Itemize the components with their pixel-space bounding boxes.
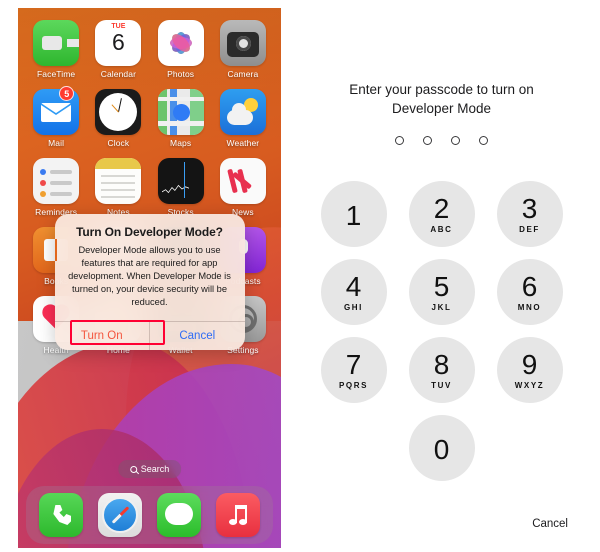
key-8[interactable]: 8 TUV — [408, 337, 475, 403]
alert-actions: Turn On Cancel — [54, 321, 245, 350]
cancel-button[interactable]: Cancel — [149, 322, 245, 350]
key-number: 3 — [521, 192, 538, 224]
turn-on-button[interactable]: Turn On — [55, 322, 150, 350]
key-number: 1 — [345, 200, 362, 231]
key-6[interactable]: 6 MNO — [496, 259, 563, 325]
passcode-keypad: 1 2 ABC 3 DEF 4 GHI 5 JKL 6 MNO 7 PQRS 8… — [320, 181, 563, 481]
key-7[interactable]: 7 PQRS — [320, 337, 387, 403]
key-number: 6 — [521, 270, 538, 302]
key-letters: ABC — [430, 224, 453, 234]
key-number: 4 — [345, 270, 362, 302]
passcode-dots — [395, 136, 488, 145]
key-number: 2 — [433, 192, 450, 224]
key-letters: MNO — [517, 302, 542, 312]
key-number: 8 — [433, 348, 450, 380]
home-screen-panel: FaceTime TUE 6 Calendar Photos Camera 5 … — [0, 0, 289, 552]
key-letters: GHI — [343, 302, 364, 312]
key-9[interactable]: 9 WXYZ — [496, 337, 563, 403]
key-letters: JKL — [431, 302, 452, 312]
key-3[interactable]: 3 DEF — [496, 181, 563, 247]
key-letters: WXYZ — [514, 380, 545, 390]
key-letters: DEF — [519, 224, 540, 234]
passcode-dot — [451, 136, 460, 145]
key-letters: TUV — [431, 380, 452, 390]
alert-title: Turn On Developer Mode? — [76, 225, 223, 239]
envelope-icon — [41, 103, 72, 115]
passcode-cancel-button[interactable]: Cancel — [532, 518, 568, 530]
key-number: 7 — [345, 348, 362, 380]
passcode-dot — [423, 136, 432, 145]
key-5[interactable]: 5 JKL — [408, 259, 475, 325]
developer-mode-alert: Turn On Developer Mode? Developer Mode a… — [54, 214, 245, 350]
key-0[interactable]: 0 — [408, 415, 475, 481]
key-2[interactable]: 2 ABC — [408, 181, 475, 247]
alert-message: Developer Mode allows you to use feature… — [68, 245, 231, 307]
key-letters: PQRS — [338, 380, 369, 390]
alert-body: Turn On Developer Mode? Developer Mode a… — [55, 214, 245, 321]
key-number: 9 — [521, 348, 538, 380]
passcode-title: Enter your passcode to turn on Developer… — [349, 82, 534, 116]
key-4[interactable]: 4 GHI — [320, 259, 387, 325]
key-number: 0 — [433, 434, 450, 465]
key-number: 5 — [433, 270, 450, 302]
alert-overlay: Turn On Developer Mode? Developer Mode a… — [18, 8, 281, 548]
passcode-dot — [395, 136, 404, 145]
passcode-screen: Enter your passcode to turn on Developer… — [293, 8, 590, 548]
passcode-panel: Enter your passcode to turn on Developer… — [289, 0, 600, 552]
key-1[interactable]: 1 — [320, 181, 387, 247]
passcode-dot — [479, 136, 488, 145]
screenshot-root: FaceTime TUE 6 Calendar Photos Camera 5 … — [0, 0, 600, 552]
iphone-home-screen: FaceTime TUE 6 Calendar Photos Camera 5 … — [18, 8, 281, 548]
